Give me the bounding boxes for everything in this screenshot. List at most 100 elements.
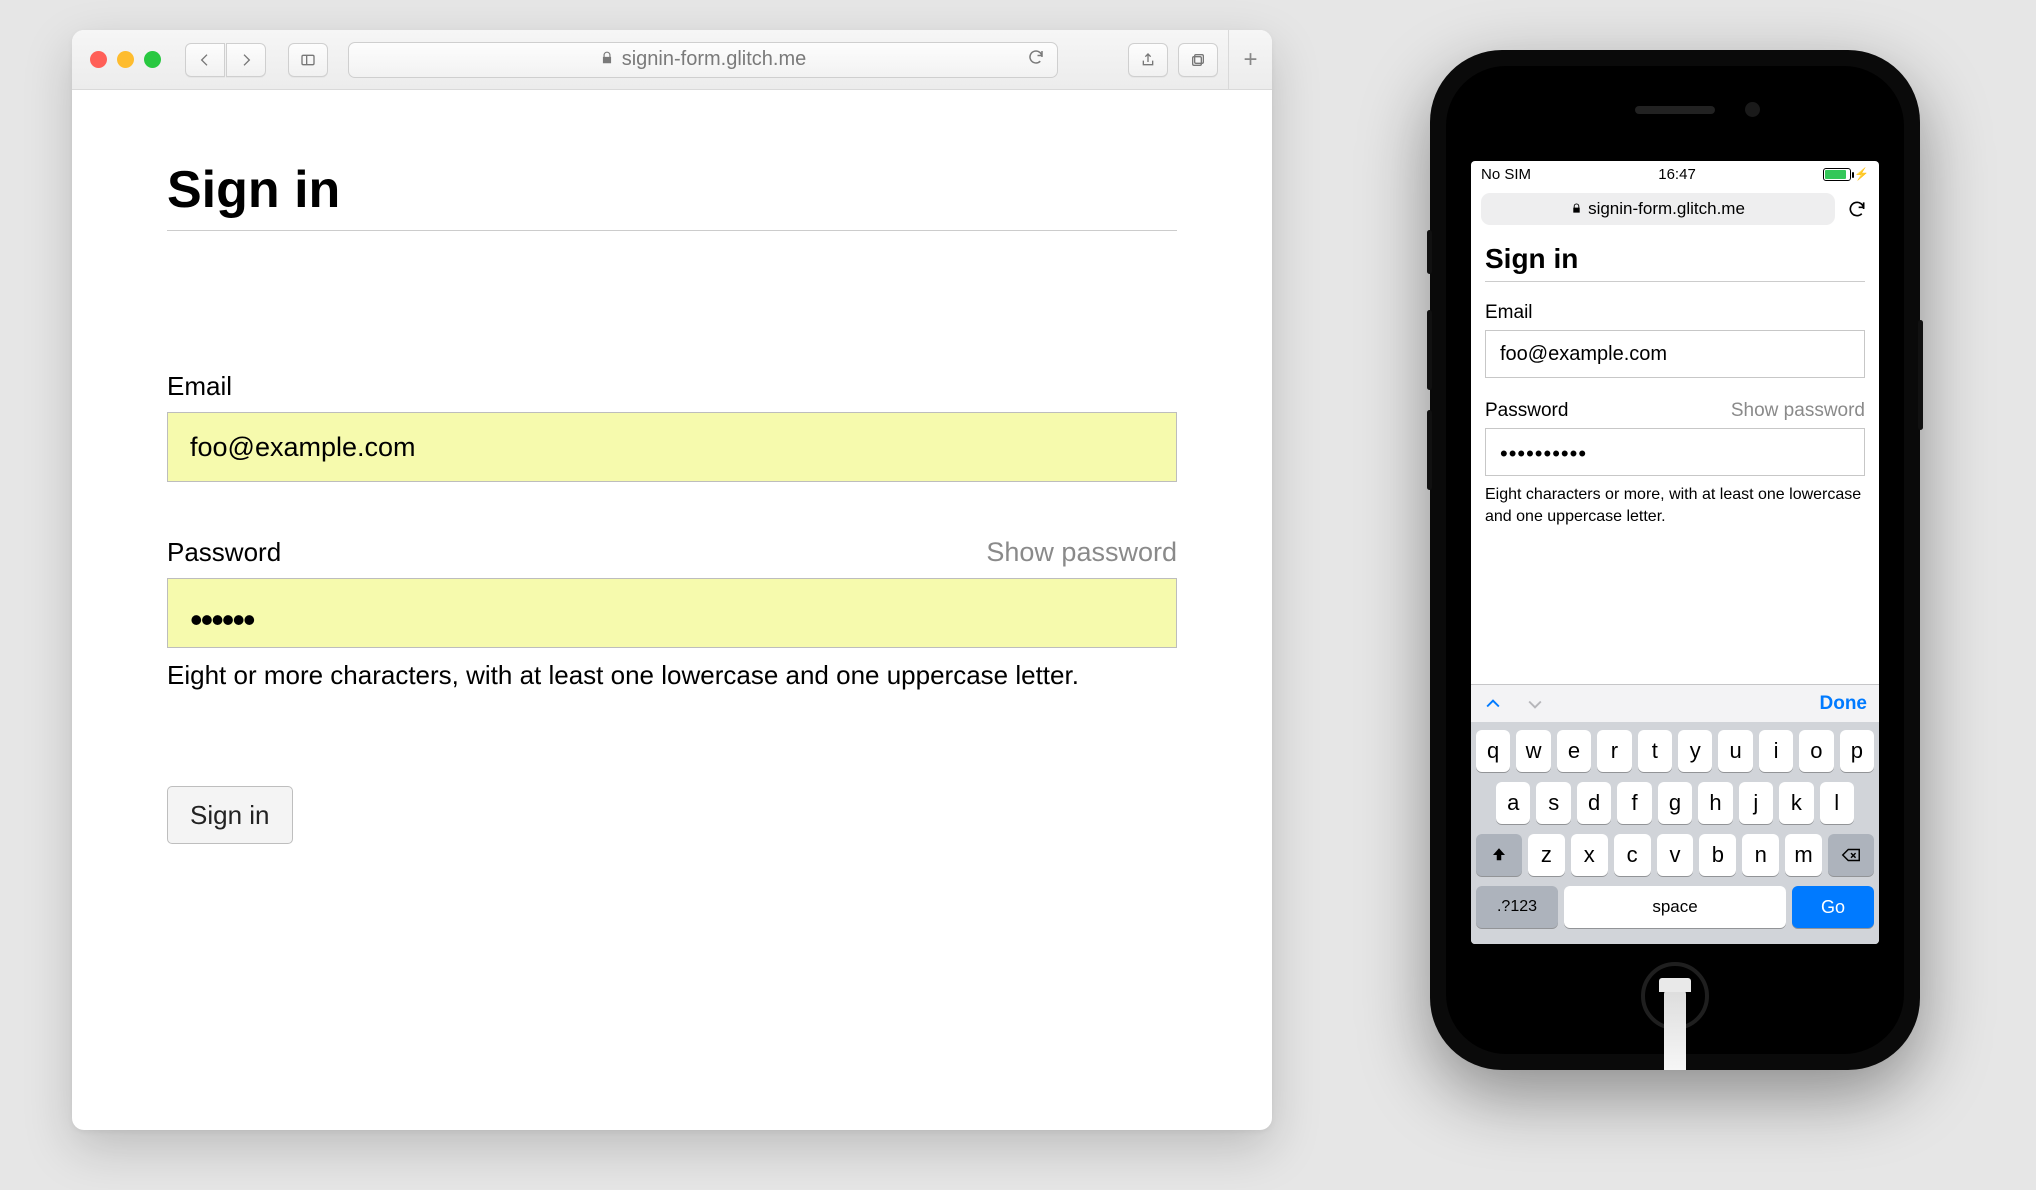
mobile-email-input[interactable]: foo@example.com <box>1485 330 1865 378</box>
carrier-label: No SIM <box>1481 166 1531 183</box>
password-input[interactable]: •••••• <box>167 578 1177 648</box>
nav-buttons <box>185 43 266 77</box>
battery-icon <box>1823 168 1851 181</box>
key-e[interactable]: e <box>1557 730 1591 772</box>
iphone-device: No SIM 16:47 ⚡ signin-form.glitch.me Sig… <box>1430 50 1920 1070</box>
minimize-window-button[interactable] <box>117 51 134 68</box>
key-s[interactable]: s <box>1536 782 1570 824</box>
volume-down-button <box>1427 410 1432 490</box>
keyboard-done-button[interactable]: Done <box>1820 693 1868 715</box>
ios-keyboard: qwertyuiop asdfghjkl zxcvbnm .?123 space… <box>1471 722 1879 944</box>
key-f[interactable]: f <box>1617 782 1651 824</box>
back-button[interactable] <box>185 43 225 77</box>
password-group: Password Show password •••••• Eight or m… <box>167 537 1177 691</box>
key-i[interactable]: i <box>1759 730 1793 772</box>
key-m[interactable]: m <box>1785 834 1822 876</box>
next-field-button[interactable] <box>1525 694 1545 714</box>
power-button <box>1918 320 1923 430</box>
key-b[interactable]: b <box>1699 834 1736 876</box>
mobile-reload-button[interactable] <box>1845 199 1869 219</box>
status-bar: No SIM 16:47 ⚡ <box>1471 161 1879 187</box>
key-n[interactable]: n <box>1742 834 1779 876</box>
volume-up-button <box>1427 310 1432 390</box>
key-a[interactable]: a <box>1496 782 1530 824</box>
key-q[interactable]: q <box>1476 730 1510 772</box>
mobile-url-host: signin-form.glitch.me <box>1588 199 1745 219</box>
space-key[interactable]: space <box>1564 886 1786 928</box>
key-x[interactable]: x <box>1571 834 1608 876</box>
key-p[interactable]: p <box>1840 730 1874 772</box>
key-c[interactable]: c <box>1614 834 1651 876</box>
mobile-password-input[interactable]: •••••••••• <box>1485 428 1865 476</box>
earpiece <box>1635 106 1715 114</box>
keyboard-row-3: zxcvbnm <box>1476 834 1874 876</box>
key-t[interactable]: t <box>1638 730 1672 772</box>
email-label: Email <box>167 371 232 402</box>
mobile-password-hint: Eight characters or more, with at least … <box>1485 484 1865 527</box>
password-label: Password <box>167 537 281 568</box>
lock-icon <box>600 48 614 71</box>
keyboard-accessory-bar: Done <box>1471 684 1879 722</box>
lightning-cable <box>1664 990 1686 1070</box>
close-window-button[interactable] <box>90 51 107 68</box>
shift-key[interactable] <box>1476 834 1522 876</box>
key-z[interactable]: z <box>1528 834 1565 876</box>
phone-screen: No SIM 16:47 ⚡ signin-form.glitch.me Sig… <box>1471 161 1879 944</box>
key-v[interactable]: v <box>1657 834 1694 876</box>
key-w[interactable]: w <box>1516 730 1550 772</box>
mobile-password-label: Password <box>1485 400 1568 422</box>
keyboard-row-4: .?123 space Go <box>1476 886 1874 928</box>
key-l[interactable]: l <box>1820 782 1854 824</box>
key-k[interactable]: k <box>1779 782 1813 824</box>
front-camera <box>1745 102 1760 117</box>
keyboard-row-1: qwertyuiop <box>1476 730 1874 772</box>
key-o[interactable]: o <box>1799 730 1833 772</box>
key-j[interactable]: j <box>1739 782 1773 824</box>
mobile-page-title: Sign in <box>1485 243 1865 282</box>
show-password-toggle[interactable]: Show password <box>986 537 1177 568</box>
key-h[interactable]: h <box>1698 782 1732 824</box>
backspace-key[interactable] <box>1828 834 1874 876</box>
reload-button[interactable] <box>1027 48 1045 72</box>
mobile-show-password-toggle[interactable]: Show password <box>1731 400 1865 422</box>
safari-toolbar: signin-form.glitch.me + <box>72 30 1272 90</box>
new-tab-button[interactable]: + <box>1228 30 1272 90</box>
email-input[interactable] <box>167 412 1177 482</box>
keyboard-row-2: asdfghjkl <box>1476 782 1874 824</box>
address-bar[interactable]: signin-form.glitch.me <box>348 42 1058 78</box>
page-content: Sign in Email Password Show password •••… <box>72 90 1272 884</box>
window-controls <box>90 51 161 68</box>
key-u[interactable]: u <box>1718 730 1752 772</box>
password-hint: Eight or more characters, with at least … <box>167 660 1177 691</box>
key-r[interactable]: r <box>1597 730 1631 772</box>
mobile-address-bar[interactable]: signin-form.glitch.me <box>1481 193 1835 225</box>
forward-button[interactable] <box>226 43 266 77</box>
mute-switch <box>1427 230 1432 274</box>
sign-in-button[interactable]: Sign in <box>167 786 293 844</box>
zoom-window-button[interactable] <box>144 51 161 68</box>
numeric-key[interactable]: .?123 <box>1476 886 1558 928</box>
mobile-email-group: Email foo@example.com <box>1485 302 1865 378</box>
battery-indicator: ⚡ <box>1823 167 1869 181</box>
sidebar-button[interactable] <box>288 43 328 77</box>
key-y[interactable]: y <box>1678 730 1712 772</box>
clock-label: 16:47 <box>1658 166 1696 183</box>
mobile-password-group: Password Show password •••••••••• Eight … <box>1485 400 1865 527</box>
share-button[interactable] <box>1128 43 1168 77</box>
mobile-email-label: Email <box>1485 302 1533 324</box>
mobile-page-content: Sign in Email foo@example.com Password S… <box>1471 235 1879 684</box>
url-host: signin-form.glitch.me <box>622 48 807 71</box>
mobile-password-mask: •••••••••• <box>1500 441 1587 467</box>
charging-icon: ⚡ <box>1854 167 1869 181</box>
key-g[interactable]: g <box>1658 782 1692 824</box>
page-title: Sign in <box>167 160 1177 231</box>
prev-field-button[interactable] <box>1483 694 1503 714</box>
mobile-email-value: foo@example.com <box>1500 343 1667 366</box>
password-mask: •••••• <box>190 599 254 640</box>
go-key[interactable]: Go <box>1792 886 1874 928</box>
lock-icon <box>1571 199 1582 219</box>
key-d[interactable]: d <box>1577 782 1611 824</box>
mobile-address-row: signin-form.glitch.me <box>1471 187 1879 235</box>
phone-bezel: No SIM 16:47 ⚡ signin-form.glitch.me Sig… <box>1446 66 1904 1054</box>
tabs-button[interactable] <box>1178 43 1218 77</box>
